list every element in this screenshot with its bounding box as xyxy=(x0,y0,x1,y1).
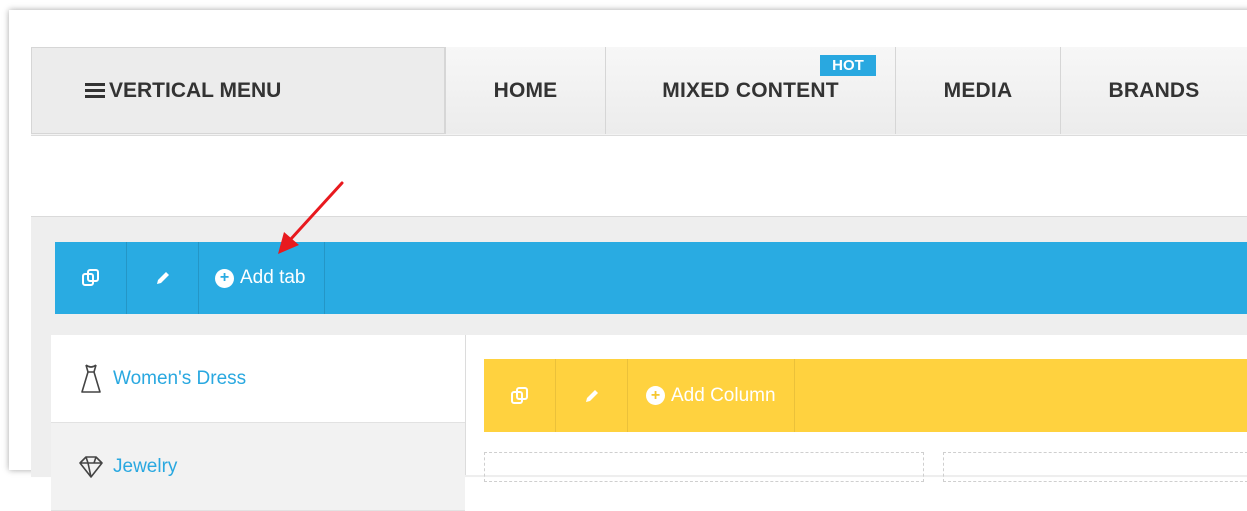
annotation-arrow-icon xyxy=(278,181,344,254)
